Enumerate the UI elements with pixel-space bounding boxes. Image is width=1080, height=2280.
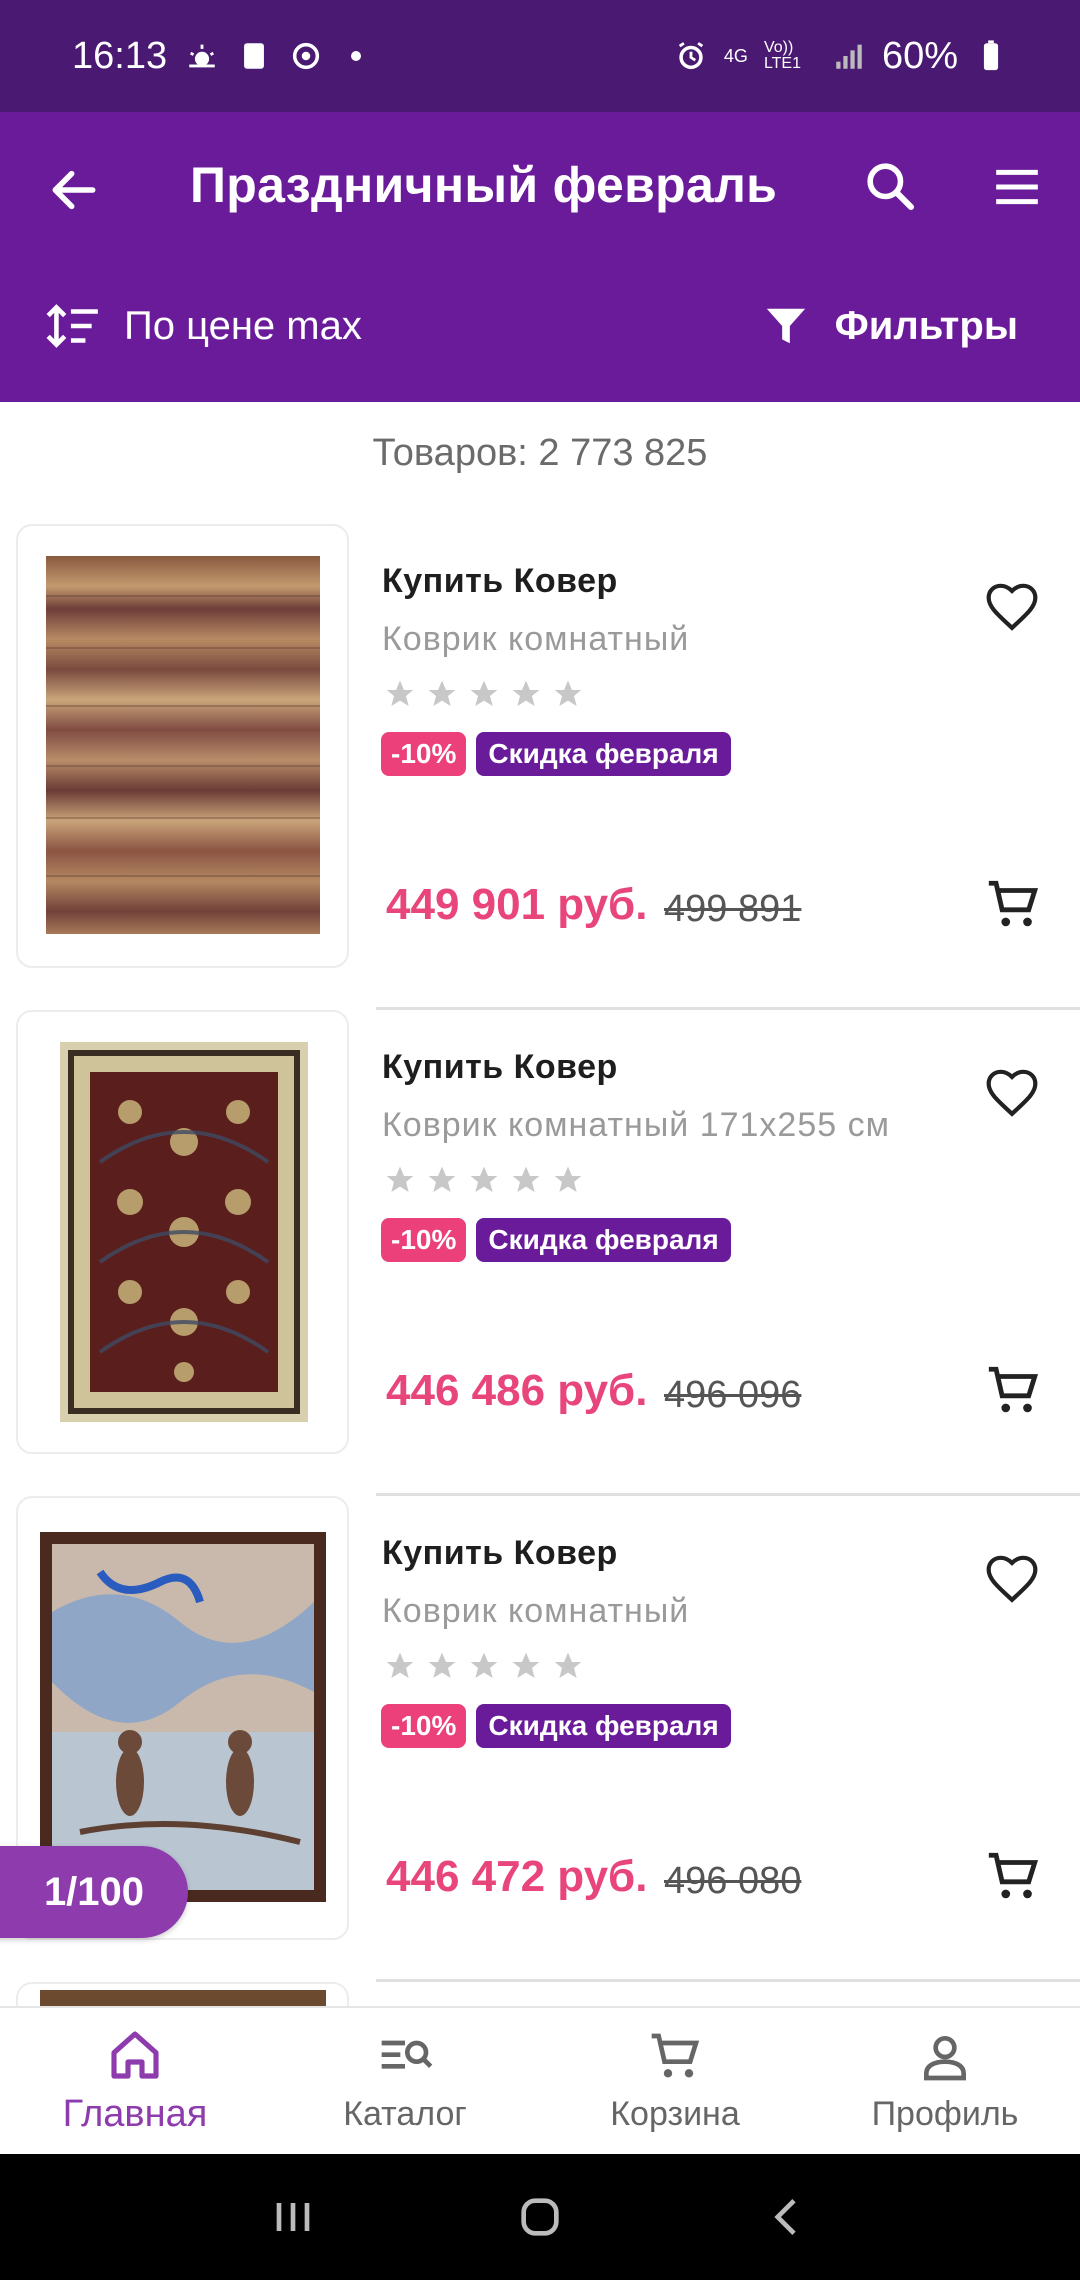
status-time: 16:13 <box>72 34 168 77</box>
battery-percent: 60% <box>881 34 958 77</box>
star-icon <box>428 1652 456 1678</box>
weather-icon <box>189 44 215 68</box>
filter-icon <box>766 308 805 344</box>
promo-badge: Скидка февраля <box>476 732 731 776</box>
star-icon <box>428 1166 456 1192</box>
star-icon <box>512 680 540 706</box>
sort-icon <box>46 304 98 348</box>
nav-home[interactable]: Главная <box>0 2008 270 2154</box>
product-description: Коврик комнатный 171x255 см <box>382 1106 890 1144</box>
product-card-partial[interactable] <box>0 1982 1080 2012</box>
system-navigation <box>0 2154 1080 2280</box>
add-to-cart-icon[interactable] <box>984 1848 1042 1906</box>
old-price: 496 096 <box>664 1374 802 1416</box>
rug-striped-image <box>46 556 320 934</box>
star-icon <box>428 680 456 706</box>
product-price: 449 901 руб. <box>386 880 648 929</box>
app-bar: Праздничный февраль По цене max Фильтры <box>0 112 1080 402</box>
back-arrow-icon[interactable] <box>46 162 102 218</box>
star-icon <box>470 1166 498 1192</box>
rug-ornamental-image <box>60 1042 308 1422</box>
old-price: 499 891 <box>664 888 802 930</box>
product-description: Коврик комнатный <box>382 1592 690 1630</box>
app-icon <box>292 42 320 70</box>
product-price: 446 486 руб. <box>386 1366 648 1415</box>
badges: -10% Скидка февраля <box>381 1218 731 1262</box>
star-icon <box>512 1652 540 1678</box>
product-description: Коврик комнатный <box>382 620 690 658</box>
star-icon <box>554 1166 582 1192</box>
star-icon <box>386 1652 414 1678</box>
star-icon <box>512 1166 540 1192</box>
profile-icon <box>924 2035 966 2080</box>
product-name: Купить Ковер <box>382 1048 618 1086</box>
star-icon <box>470 680 498 706</box>
filter-button[interactable]: Фильтры <box>763 300 1018 352</box>
bottom-navigation: Главная Каталог Корзина Профиль <box>0 2006 1080 2154</box>
nav-catalog[interactable]: Каталог <box>270 2008 540 2154</box>
discount-badge: -10% <box>381 1704 467 1748</box>
rating-stars <box>384 1164 584 1196</box>
nav-cart[interactable]: Корзина <box>540 2008 810 2154</box>
heart-icon[interactable] <box>984 580 1040 636</box>
badges: -10% Скидка февраля <box>381 732 731 776</box>
notification-dot <box>351 51 362 61</box>
volte-label: Vo)) LTE1 <box>763 39 801 72</box>
star-icon <box>554 1652 582 1678</box>
product-image[interactable] <box>16 524 349 968</box>
promo-badge: Скидка февраля <box>476 1218 731 1262</box>
signal-icon <box>836 44 862 69</box>
menu-icon[interactable] <box>990 162 1044 212</box>
recent-apps-icon[interactable] <box>265 2189 321 2245</box>
product-count: Товаров: 2 773 825 <box>372 432 708 474</box>
product-image[interactable] <box>16 1010 349 1454</box>
product-card[interactable]: Купить Ковер Коврик комнатный -10% Скидк… <box>0 524 1080 1010</box>
rating-stars <box>384 678 584 710</box>
star-icon <box>554 680 582 706</box>
sort-label: По цене max <box>124 303 362 348</box>
battery-icon <box>983 40 999 71</box>
star-icon <box>386 680 414 706</box>
product-name: Купить Ковер <box>382 1534 618 1572</box>
add-to-cart-icon[interactable] <box>984 1362 1042 1420</box>
heart-icon[interactable] <box>984 1552 1040 1608</box>
nav-profile-label: Профиль <box>871 2094 1019 2133</box>
nav-profile[interactable]: Профиль <box>810 2008 1080 2154</box>
sim-icon <box>244 43 265 69</box>
page-indicator: 1/100 <box>0 1846 188 1938</box>
star-icon <box>470 1652 498 1678</box>
nav-home-label: Главная <box>62 2092 208 2135</box>
catalog-search-icon <box>381 2040 433 2069</box>
system-back-icon[interactable] <box>759 2189 815 2245</box>
add-to-cart-icon[interactable] <box>984 876 1042 934</box>
heart-icon[interactable] <box>984 1066 1040 1122</box>
home-icon <box>111 2030 159 2079</box>
home-button-icon[interactable] <box>512 2189 568 2245</box>
status-bar: 16:13 4G Vo)) LTE1 60% <box>0 0 1080 112</box>
badges: -10% Скидка февраля <box>381 1704 731 1748</box>
cart-icon <box>651 2033 700 2078</box>
sort-button[interactable]: По цене max <box>44 300 362 352</box>
star-icon <box>386 1166 414 1192</box>
promo-badge: Скидка февраля <box>476 1704 731 1748</box>
filter-label: Фильтры <box>834 303 1018 348</box>
discount-badge: -10% <box>381 732 467 776</box>
page-title: Праздничный февраль <box>190 157 778 213</box>
discount-badge: -10% <box>381 1218 467 1262</box>
network-type: 4G <box>723 46 748 66</box>
product-price: 446 472 руб. <box>386 1852 648 1901</box>
product-card[interactable]: Купить Ковер Коврик комнатный 171x255 см… <box>0 1010 1080 1496</box>
rating-stars <box>384 1650 584 1682</box>
nav-catalog-label: Каталог <box>343 2094 467 2133</box>
nav-cart-label: Корзина <box>610 2094 740 2133</box>
product-name: Купить Ковер <box>382 562 618 600</box>
search-icon[interactable] <box>862 158 918 214</box>
alarm-icon <box>678 42 704 70</box>
old-price: 496 080 <box>664 1860 802 1902</box>
